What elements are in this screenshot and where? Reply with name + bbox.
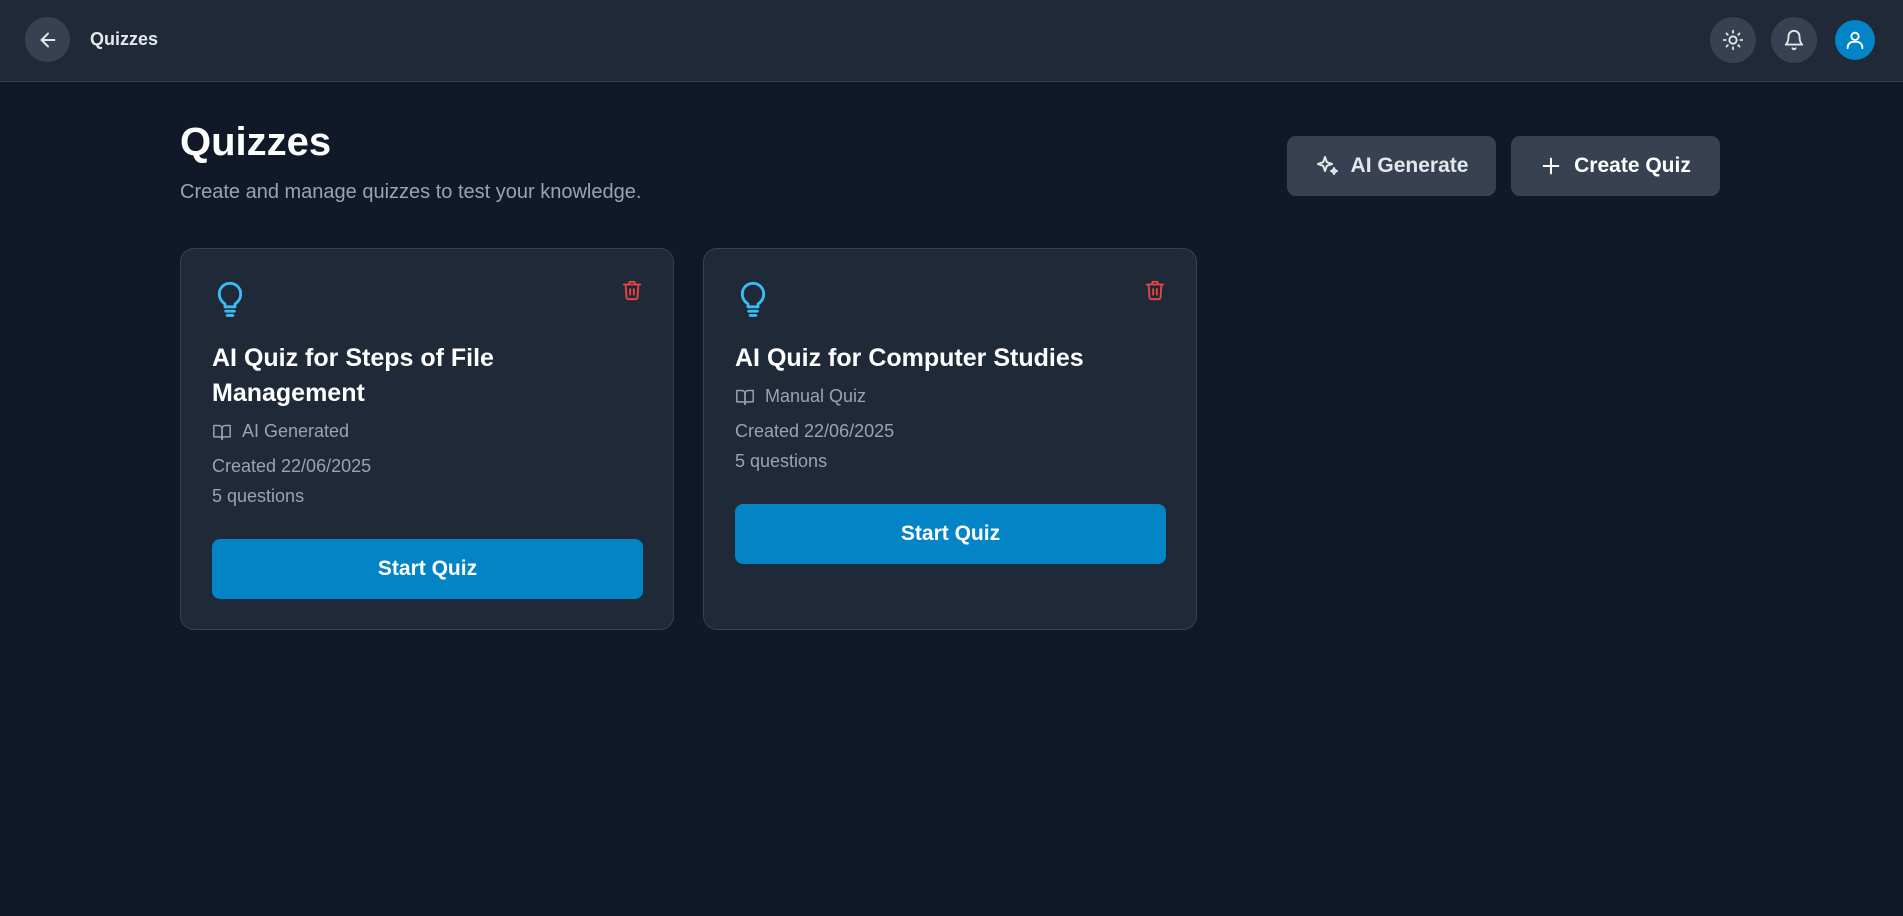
quiz-card: AI Quiz for Steps of File Management AI … <box>180 248 674 630</box>
plus-icon <box>1542 157 1560 175</box>
theme-toggle-button[interactable] <box>1710 17 1756 63</box>
page-subtitle: Create and manage quizzes to test your k… <box>180 181 642 203</box>
quiz-created-date: Created 22/06/2025 <box>212 456 372 476</box>
trash-icon[interactable] <box>621 279 643 301</box>
ai-generate-button[interactable]: AI Generate <box>1287 136 1496 196</box>
quiz-card: AI Quiz for Computer Studies Manual Quiz… <box>703 248 1197 630</box>
create-quiz-button[interactable]: Create Quiz <box>1511 136 1720 196</box>
top-bar: Quizzes <box>0 0 1903 82</box>
create-quiz-label: Create Quiz <box>1574 154 1691 177</box>
quiz-question-count: 5 questions <box>735 451 828 471</box>
page-actions: AI Generate Create Quiz <box>1287 136 1720 196</box>
topbar-actions <box>1710 17 1875 63</box>
user-icon <box>1846 31 1864 50</box>
user-avatar-button[interactable] <box>1835 20 1875 60</box>
quiz-type: AI Generated <box>212 421 349 442</box>
start-quiz-button[interactable]: Start Quiz <box>735 504 1166 564</box>
book-open-icon <box>736 389 754 405</box>
arrow-left-icon <box>40 32 55 47</box>
bell-icon <box>1784 30 1804 51</box>
trash-icon[interactable] <box>1144 279 1166 301</box>
back-button[interactable] <box>25 17 70 62</box>
lightbulb-icon <box>740 281 766 317</box>
quiz-type-label: Manual Quiz <box>765 386 867 406</box>
ai-generate-label: AI Generate <box>1350 154 1469 177</box>
start-quiz-button[interactable]: Start Quiz <box>212 539 643 599</box>
topbar-title: Quizzes <box>90 29 159 49</box>
book-open-icon <box>213 424 231 440</box>
sun-icon <box>1722 29 1744 51</box>
quiz-created-date: Created 22/06/2025 <box>735 421 895 441</box>
quiz-type-label: AI Generated <box>242 421 350 441</box>
sparkles-icon <box>1316 156 1338 175</box>
quiz-title: AI Quiz for Computer Studies <box>735 344 1084 372</box>
quiz-question-count: 5 questions <box>212 486 305 506</box>
notifications-button[interactable] <box>1771 17 1817 63</box>
quiz-title: AI Quiz for Steps of File Management <box>212 344 494 407</box>
quiz-type: Manual Quiz <box>735 386 866 407</box>
lightbulb-icon <box>217 281 243 317</box>
page-title: Quizzes <box>180 120 332 164</box>
